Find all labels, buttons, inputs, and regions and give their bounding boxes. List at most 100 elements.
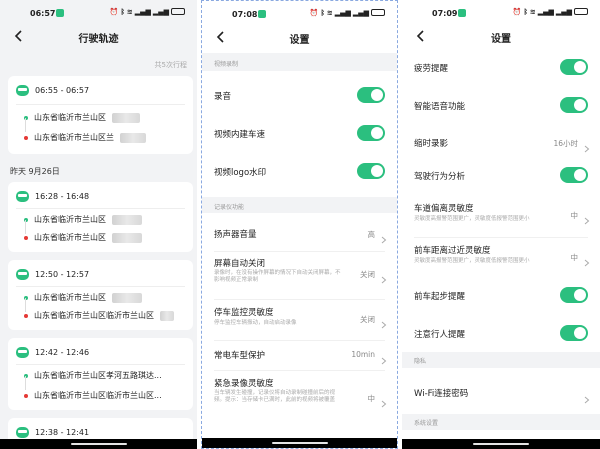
setting-value: 中 xyxy=(570,211,579,220)
settings-screen-1: 07:08 ⏰ ᛒ ≋ ▂▄▆ ▂▄▆ 设置 视频录制 录音 视频内建车速 视频… xyxy=(201,0,398,449)
trip-header: 12:42 - 12:46 xyxy=(16,347,89,358)
setting-description: 录像时，在没有操作屏幕的情况下自动关闭屏幕，不影响视频正常录制 xyxy=(214,270,341,283)
bluetooth-icon: ᛒ xyxy=(120,8,125,16)
signal-icon: ▂▄▆ xyxy=(134,8,151,16)
chevron-right-icon xyxy=(584,389,590,404)
car-icon xyxy=(16,427,29,438)
setting-emergency-sensitivity[interactable]: 紧急录像灵敏度 当车辆发生碰撞，记录仪将自动录制碰撞前后的视频。提示：当存储卡已… xyxy=(202,375,397,435)
driving-analysis-toggle[interactable] xyxy=(560,167,588,183)
setting-value: 关闭 xyxy=(360,315,375,324)
settings-screen-2: 07:09 ⏰ ᛒ ≋ ▂▄▆ ▂▄▆ 设置 疲劳提醒 智能语音功能 缩时录影 … xyxy=(402,0,600,449)
home-indicator[interactable] xyxy=(70,443,127,445)
app-notification-icon xyxy=(258,10,266,18)
setting-wifi-password[interactable]: Wi-Fi连接密码 xyxy=(402,372,600,414)
section-recorder-functions: 记录仪功能 xyxy=(214,204,245,211)
redacted-text xyxy=(112,292,142,303)
chevron-right-icon xyxy=(584,138,590,153)
page-title: 设置 xyxy=(289,35,310,46)
setting-value: 关闭 xyxy=(360,270,375,279)
home-indicator[interactable] xyxy=(473,443,529,445)
car-icon xyxy=(16,347,29,358)
watermark-toggle[interactable] xyxy=(357,163,385,179)
trip-card[interactable]: 06:55 - 06:57 山东省临沂市兰山区 山东省临沂市兰山区兰 xyxy=(8,76,193,154)
redacted-text xyxy=(160,310,174,321)
start-address: 山东省临沂市兰山区 xyxy=(34,113,106,122)
route-line xyxy=(25,118,26,132)
trip-end: 山东省临沂市兰山区临沂市兰山区 xyxy=(24,310,174,321)
page-title: 行驶轨迹 xyxy=(78,34,119,45)
divider xyxy=(414,237,588,238)
trip-card[interactable]: 12:42 - 12:46 山东省临沂市兰山区孝河五路琪达... 山东省临沂市兰… xyxy=(8,338,193,410)
divider xyxy=(16,104,185,105)
chevron-right-icon xyxy=(584,252,590,267)
setting-label: 缩时录影 xyxy=(414,139,449,149)
redacted-text xyxy=(112,214,142,225)
trip-history-screen: 06:57 ⏰ ᛒ ≋ ▂▄▆ ▂▄▆ 行驶轨迹 共5次行程 06:55 - 0… xyxy=(0,0,197,449)
end-address: 山东省临沂市兰山区临沂市兰山区 xyxy=(34,311,154,320)
pedestrian-toggle[interactable] xyxy=(560,325,588,341)
signal-icon: ▂▄▆ xyxy=(352,9,369,17)
trip-header: 12:50 - 12:57 xyxy=(16,269,89,280)
setting-driving-analysis: 驾驶行为分析 xyxy=(402,162,600,188)
setting-description: 停车监控车辆振动，自动启动录像 xyxy=(214,320,297,326)
trip-header: 06:55 - 06:57 xyxy=(16,85,89,96)
start-address: 山东省临沂市兰山区 xyxy=(34,215,106,224)
setting-constant-power-protect[interactable]: 常电车型保护 10min xyxy=(202,343,397,367)
setting-label: 前车距离过近灵敏度 xyxy=(414,246,491,256)
wifi-icon: ≋ xyxy=(326,9,333,17)
divider xyxy=(214,340,385,341)
setting-label: 紧急录像灵敏度 xyxy=(214,379,274,389)
setting-value: 中 xyxy=(570,253,579,262)
setting-description: 灵敏度高报警范围更广，灵敏度低报警范围更小 xyxy=(414,216,530,222)
setting-parking-sensitivity[interactable]: 停车监控灵敏度 停车监控车辆振动，自动启动录像 关闭 xyxy=(202,304,397,338)
setting-voice-assistant: 智能语音功能 xyxy=(402,92,600,118)
trip-start: 山东省临沂市兰山区孝河五路琪达... xyxy=(24,370,162,381)
page-title: 设置 xyxy=(491,34,511,45)
trip-end: 山东省临沂市兰山区兰 xyxy=(24,132,146,143)
setting-label: Wi-Fi连接密码 xyxy=(414,389,469,399)
redacted-text xyxy=(112,232,142,243)
audio-toggle[interactable] xyxy=(357,87,385,103)
fatigue-toggle[interactable] xyxy=(560,59,588,75)
setting-description: 灵敏度高报警范围更广，灵敏度低报警范围更小 xyxy=(414,258,530,264)
setting-screen-auto-off[interactable]: 屏幕自动关闭 录像时，在没有操作屏幕的情况下自动关闭屏幕，不影响视频正常录制 关… xyxy=(202,255,397,295)
setting-speaker-volume[interactable]: 扬声器音量 高 xyxy=(202,219,397,247)
redacted-text xyxy=(120,132,146,143)
signal-icon: ▂▄▆ xyxy=(334,9,351,17)
setting-label: 停车监控灵敏度 xyxy=(214,308,274,318)
divider xyxy=(16,208,185,209)
setting-car-departure-alert: 前车起步提醒 xyxy=(402,282,600,308)
speed-overlay-toggle[interactable] xyxy=(357,125,385,141)
setting-logo-watermark: 视频logo水印 xyxy=(202,157,397,185)
battery-icon xyxy=(371,9,385,16)
divider xyxy=(214,251,385,252)
battery-icon xyxy=(171,8,185,15)
setting-pedestrian-alert: 注意行人提醒 xyxy=(402,320,600,346)
setting-forward-collision[interactable]: 前车距离过近灵敏度 灵敏度高报警范围更广，灵敏度低报警范围更小 中 xyxy=(402,242,600,276)
trip-card[interactable]: 16:28 - 16:48 山东省临沂市兰山区 山东省临沂市兰山区 xyxy=(8,182,193,252)
start-address: 山东省临沂市兰山区 xyxy=(34,293,106,302)
bluetooth-icon: ᛒ xyxy=(320,9,325,17)
trip-header: 16:28 - 16:48 xyxy=(16,191,89,202)
setting-lane-departure[interactable]: 车道偏离灵敏度 灵敏度高报警范围更广，灵敏度低报警范围更小 中 xyxy=(402,200,600,234)
voice-toggle[interactable] xyxy=(560,97,588,113)
departure-toggle[interactable] xyxy=(560,287,588,303)
bluetooth-icon: ᛒ xyxy=(523,8,528,16)
setting-label: 录音 xyxy=(214,92,232,102)
trip-header: 12:38 - 12:41 xyxy=(16,427,89,438)
trip-card[interactable]: 12:50 - 12:57 山东省临沂市兰山区 山东省临沂市兰山区临沂市兰山区 xyxy=(8,260,193,330)
end-address: 山东省临沂市兰山区 xyxy=(34,233,106,242)
end-dot-icon xyxy=(24,393,28,398)
trip-start: 山东省临沂市兰山区 xyxy=(24,214,142,225)
status-bar: 07:09 ⏰ ᛒ ≋ ▂▄▆ ▂▄▆ xyxy=(402,0,600,26)
setting-timelapse[interactable]: 缩时录影 16小时 xyxy=(402,130,600,154)
nav-bar: 设置 xyxy=(402,26,600,48)
trip-time: 06:55 - 06:57 xyxy=(35,86,90,95)
divider xyxy=(16,286,185,287)
home-indicator[interactable] xyxy=(271,442,328,444)
route-line xyxy=(25,376,26,390)
redacted-text xyxy=(112,112,140,123)
gesture-bar xyxy=(402,439,600,449)
signal-icon: ▂▄▆ xyxy=(152,8,169,16)
status-icons: ⏰ ᛒ ≋ ▂▄▆ ▂▄▆ xyxy=(513,8,588,16)
